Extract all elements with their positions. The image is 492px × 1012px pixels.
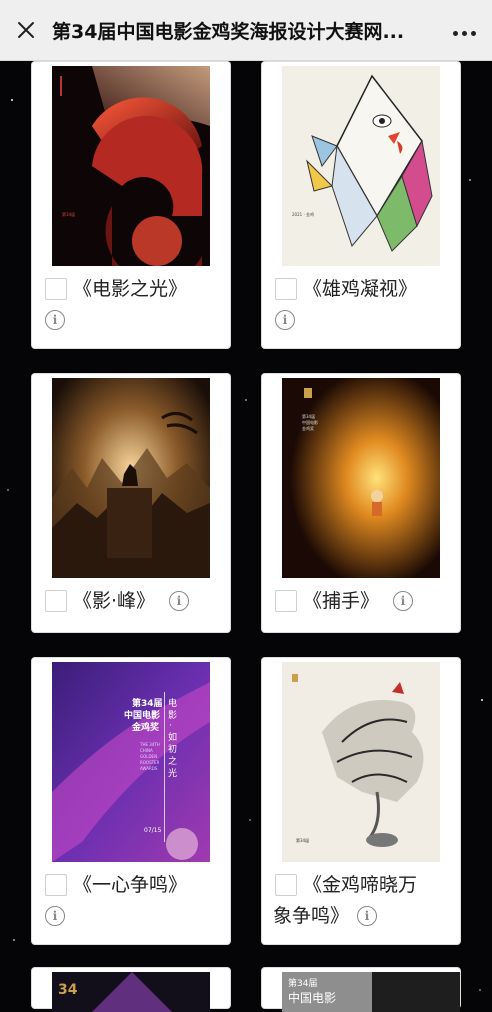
poster-title-line2: 象争鸣》 bbox=[273, 905, 350, 927]
svg-text:如: 如 bbox=[168, 731, 177, 743]
svg-text:第34届: 第34届 bbox=[296, 837, 309, 843]
svg-text:金鸡奖: 金鸡奖 bbox=[302, 425, 314, 431]
svg-text:AWARDS: AWARDS bbox=[140, 766, 158, 771]
top-bar: 第34届中国电影金鸡奖海报设计大赛网... bbox=[0, 0, 492, 61]
info-icon[interactable]: i bbox=[45, 310, 65, 330]
info-icon[interactable]: i bbox=[45, 906, 65, 926]
poster-image: 第34届 中国电影 金鸡奖 bbox=[282, 378, 440, 578]
svg-text:中国电影: 中国电影 bbox=[302, 419, 318, 425]
select-checkbox[interactable] bbox=[275, 590, 297, 612]
svg-text:GOLDEN: GOLDEN bbox=[140, 754, 157, 759]
svg-text:中国电影: 中国电影 bbox=[288, 990, 336, 1005]
svg-text:2021 · 金鸡: 2021 · 金鸡 bbox=[292, 211, 314, 217]
poster-card-3[interactable]: 《影·峰》 i bbox=[32, 374, 230, 632]
svg-text:第34届: 第34届 bbox=[302, 413, 315, 419]
select-checkbox[interactable] bbox=[45, 590, 67, 612]
svg-text:电: 电 bbox=[168, 697, 177, 709]
svg-text:34: 34 bbox=[58, 982, 78, 998]
poster-title: 《捕手》 bbox=[303, 590, 380, 612]
svg-text:影: 影 bbox=[168, 710, 177, 721]
close-icon bbox=[18, 22, 34, 38]
select-checkbox[interactable] bbox=[45, 874, 67, 896]
poster-image: 第34届 中国电影 bbox=[282, 972, 460, 1012]
info-icon[interactable]: i bbox=[169, 591, 190, 611]
info-icon[interactable]: i bbox=[393, 591, 414, 611]
poster-title: 《电影之光》 bbox=[73, 278, 188, 300]
svg-text:THE 34TH: THE 34TH bbox=[139, 742, 160, 747]
select-checkbox[interactable] bbox=[45, 278, 67, 300]
poster-card-6[interactable]: 第34届 《金鸡啼晓万 象争鸣》 i bbox=[262, 658, 460, 944]
more-dots-icon bbox=[451, 21, 478, 40]
poster-card-4[interactable]: 第34届 中国电影 金鸡奖 《捕手》 i bbox=[262, 374, 460, 632]
page-title: 第34届中国电影金鸡奖海报设计大赛网... bbox=[52, 20, 405, 43]
poster-image: 34 bbox=[52, 972, 210, 1012]
poster-title: 《雄鸡凝视》 bbox=[303, 278, 418, 300]
svg-text:第34届: 第34届 bbox=[62, 211, 75, 217]
poster-image: 第34届 bbox=[52, 66, 210, 266]
svg-text:07/15: 07/15 bbox=[144, 827, 161, 834]
svg-text:之: 之 bbox=[168, 755, 177, 767]
info-icon[interactable]: i bbox=[357, 906, 378, 926]
svg-text:·: · bbox=[169, 721, 172, 731]
poster-card-7[interactable]: 34 bbox=[32, 968, 230, 1012]
svg-text:初: 初 bbox=[168, 743, 177, 755]
poster-image: 第34届 bbox=[282, 662, 440, 862]
poster-title-line1: 《金鸡啼晓万 bbox=[303, 874, 418, 896]
poster-card-1[interactable]: 第34届 《电影之光》 i bbox=[32, 62, 230, 348]
poster-image: 2021 · 金鸡 bbox=[282, 66, 440, 266]
svg-text:ROOSTER: ROOSTER bbox=[140, 760, 160, 765]
poster-card-8[interactable]: 第34届 中国电影 bbox=[262, 968, 460, 1012]
info-icon[interactable]: i bbox=[275, 310, 295, 330]
select-checkbox[interactable] bbox=[275, 278, 297, 300]
svg-text:第34届: 第34届 bbox=[288, 977, 317, 989]
poster-title: 《一心争鸣》 bbox=[73, 874, 188, 896]
poster-image: 第34届 中国电影 金鸡奖 THE 34TH CHINA GOLDEN ROOS… bbox=[52, 662, 210, 862]
close-button[interactable] bbox=[0, 0, 52, 60]
svg-text:第34届: 第34届 bbox=[132, 697, 163, 709]
poster-title: 《影·峰》 bbox=[73, 590, 156, 612]
poster-card-5[interactable]: 第34届 中国电影 金鸡奖 THE 34TH CHINA GOLDEN ROOS… bbox=[32, 658, 230, 944]
poster-image bbox=[52, 378, 210, 578]
svg-text:金鸡奖: 金鸡奖 bbox=[131, 721, 160, 733]
poster-card-2[interactable]: 2021 · 金鸡 《雄鸡凝视》 i bbox=[262, 62, 460, 348]
select-checkbox[interactable] bbox=[275, 874, 297, 896]
svg-text:光: 光 bbox=[168, 767, 177, 779]
more-button[interactable] bbox=[436, 0, 492, 60]
svg-text:CHINA: CHINA bbox=[140, 748, 153, 753]
svg-text:中国电影: 中国电影 bbox=[124, 709, 160, 721]
